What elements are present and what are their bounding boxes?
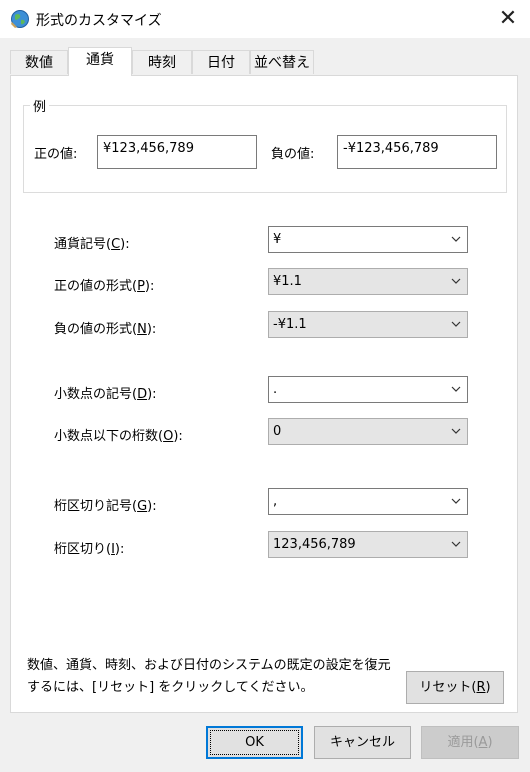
focus-rect bbox=[210, 730, 299, 755]
reset-button[interactable]: リセット(R) bbox=[406, 671, 504, 704]
reset-info-line2: するには、[リセット] をクリックしてください。 bbox=[27, 680, 314, 695]
close-icon[interactable]: ✕ bbox=[494, 6, 522, 32]
tab-number[interactable]: 数値 bbox=[10, 50, 68, 74]
tab-date[interactable]: 日付 bbox=[192, 50, 250, 74]
chevron-down-icon bbox=[451, 541, 461, 547]
tab-time[interactable]: 時刻 bbox=[132, 50, 192, 74]
decimal-symbol-label: 小数点の記号(D): bbox=[54, 387, 157, 402]
positive-format-combo[interactable]: ¥1.1 bbox=[268, 268, 468, 295]
negative-value-field[interactable]: -¥123,456,789 bbox=[337, 135, 497, 169]
chevron-down-icon bbox=[451, 428, 461, 434]
grouping-symbol-label: 桁区切り記号(G): bbox=[54, 499, 157, 514]
currency-symbol-combo[interactable]: ¥ bbox=[268, 226, 468, 253]
grouping-label: 桁区切り(I): bbox=[54, 542, 125, 557]
currency-symbol-label: 通貨記号(C): bbox=[54, 237, 130, 252]
cancel-button[interactable]: キャンセル bbox=[314, 726, 411, 759]
chevron-down-icon bbox=[451, 498, 461, 504]
tab-currency[interactable]: 通貨 bbox=[68, 47, 132, 76]
positive-value-field[interactable]: ¥123,456,789 bbox=[97, 135, 257, 169]
tab-sort[interactable]: 並べ替え bbox=[250, 50, 314, 74]
negative-format-combo[interactable]: -¥1.1 bbox=[268, 311, 468, 338]
apply-button[interactable]: 適用(A) bbox=[421, 726, 519, 759]
positive-value-label: 正の値: bbox=[34, 147, 78, 162]
negative-value-label: 負の値: bbox=[271, 147, 315, 162]
example-group-label: 例 bbox=[30, 96, 50, 115]
reset-info-line1: 数値、通貨、時刻、および日付のシステムの既定の設定を復元 bbox=[27, 658, 391, 673]
negative-format-label: 負の値の形式(N): bbox=[54, 322, 157, 337]
grouping-symbol-combo[interactable]: , bbox=[268, 488, 468, 515]
positive-format-label: 正の値の形式(P): bbox=[54, 279, 155, 294]
decimal-digits-combo[interactable]: 0 bbox=[268, 418, 468, 445]
chevron-down-icon bbox=[451, 236, 461, 242]
ok-button[interactable]: OK bbox=[206, 726, 303, 759]
chevron-down-icon bbox=[451, 278, 461, 284]
window-title: 形式のカスタマイズ bbox=[36, 13, 162, 29]
decimal-symbol-combo[interactable]: . bbox=[268, 376, 468, 403]
chevron-down-icon bbox=[451, 386, 461, 392]
grouping-combo[interactable]: 123,456,789 bbox=[268, 531, 468, 558]
chevron-down-icon bbox=[451, 321, 461, 327]
globe-icon bbox=[10, 9, 30, 29]
decimal-digits-label: 小数点以下の桁数(O): bbox=[54, 429, 183, 444]
